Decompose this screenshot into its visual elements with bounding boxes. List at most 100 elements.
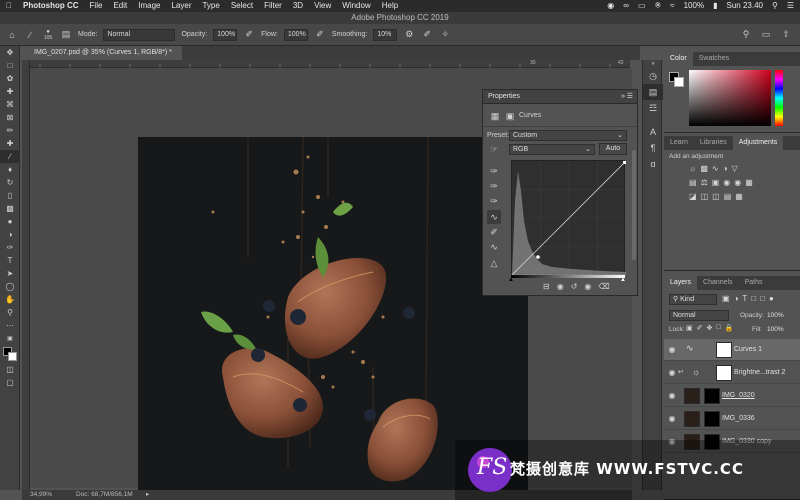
wifi-icon[interactable]: ≈ <box>670 0 674 12</box>
pressure-opacity-icon[interactable]: ✐ <box>243 29 255 41</box>
collapse-panels-icon[interactable]: » <box>643 60 663 68</box>
threshold-icon[interactable]: ◫ <box>712 192 720 201</box>
notification-center-icon[interactable]: ☰ <box>787 0 794 12</box>
mode-select[interactable]: Normal <box>103 28 176 41</box>
pressure-size-icon[interactable]: ✐ <box>421 29 433 41</box>
photo-filter-icon[interactable]: ◉ <box>723 178 730 187</box>
layer-name[interactable]: IMG_0320 <box>722 385 755 407</box>
menu-filter[interactable]: Filter <box>264 0 282 12</box>
status-arrow-icon[interactable]: ▸ <box>146 490 149 500</box>
lock-transparent-icon[interactable]: ▣ <box>686 324 693 332</box>
stamp-tool-icon[interactable]: ♦ <box>0 163 20 176</box>
vibrance-icon[interactable]: ▽ <box>731 164 737 173</box>
glyphs-icon[interactable]: ɑ <box>643 156 663 172</box>
layer-thumb[interactable] <box>684 411 700 427</box>
app-menu[interactable]: Photoshop CC <box>23 0 79 12</box>
share-icon[interactable]: ⇧ <box>780 29 792 41</box>
lock-position-icon[interactable]: ✥ <box>707 324 713 332</box>
brush-tool-icon[interactable]: ∕ <box>24 29 36 41</box>
menu-3d[interactable]: 3D <box>293 0 303 12</box>
hue-saturation-icon[interactable]: ▤ <box>689 178 697 187</box>
curve-edit-points-icon[interactable]: ∿ <box>487 210 501 224</box>
healing-tool-icon[interactable]: ✚ <box>0 137 20 150</box>
layer-mask-thumb[interactable] <box>716 342 732 358</box>
vertical-ruler[interactable] <box>22 60 30 490</box>
layer-filter-select[interactable]: ⚲ Kind <box>669 294 717 305</box>
default-colors-icon[interactable]: ▣ <box>0 332 20 345</box>
paragraph-icon[interactable]: ¶ <box>643 140 663 156</box>
hue-slider[interactable] <box>775 70 783 126</box>
smart-object-filter-icon[interactable]: □ <box>760 294 765 303</box>
tab-libraries[interactable]: Libraries <box>694 136 733 150</box>
symmetry-icon[interactable]: ✧ <box>439 29 451 41</box>
lock-pixels-icon[interactable]: ✐ <box>697 324 703 332</box>
tab-swatches[interactable]: Swatches <box>693 52 735 66</box>
history-icon[interactable]: ◷ <box>643 68 663 84</box>
curves-graph[interactable] <box>511 160 627 276</box>
smoothing-field[interactable]: 10% <box>373 28 398 41</box>
workspace-icon[interactable]: ▭ <box>760 29 772 41</box>
opacity-value[interactable]: 100% <box>767 312 784 319</box>
layer-mask-thumb[interactable] <box>704 388 720 404</box>
reset-icon[interactable]: ↺ <box>571 282 578 291</box>
lasso-tool-icon[interactable]: ✿ <box>0 72 20 85</box>
move-tool-icon[interactable]: ✥ <box>0 46 20 59</box>
visibility-eye-icon[interactable]: ◉ <box>667 391 677 401</box>
trash-icon[interactable]: ⌫ <box>598 282 609 291</box>
clock[interactable]: Sun 23.40 <box>726 0 762 12</box>
mask-icon[interactable]: ▣ <box>503 109 517 123</box>
airbrush-icon[interactable]: ✐ <box>314 29 326 41</box>
black-white-icon[interactable]: ▣ <box>712 178 720 187</box>
layer-name[interactable]: Brightne...trast 2 <box>734 362 785 384</box>
curves-icon[interactable]: ∿ <box>712 164 719 173</box>
white-slider-icon[interactable]: ▲ <box>620 277 626 283</box>
channel-select[interactable]: RGB ⌄ <box>509 144 595 155</box>
adjustment-filter-icon[interactable]: ◑ <box>734 294 739 303</box>
properties-scrollbar[interactable] <box>632 150 636 260</box>
levels-icon[interactable]: ▩ <box>700 164 708 173</box>
gray-point-eyedropper-icon[interactable]: ✑ <box>487 179 501 193</box>
more-tools-icon[interactable]: ⋯ <box>0 319 20 332</box>
menu-layer[interactable]: Layer <box>171 0 191 12</box>
visibility-eye-icon[interactable]: ◉ <box>667 414 677 424</box>
spotlight-icon[interactable]: ⚲ <box>772 0 778 12</box>
curve-point[interactable] <box>536 255 540 259</box>
menu-view[interactable]: View <box>314 0 331 12</box>
posterize-icon[interactable]: ◫ <box>701 192 709 201</box>
creative-cloud-icon[interactable]: ∞ <box>623 0 629 12</box>
screen-mode-icon[interactable]: ▢ <box>0 376 20 389</box>
visibility-eye-icon[interactable]: ◉ <box>667 368 677 378</box>
auto-button[interactable]: Auto <box>599 143 627 155</box>
layer-mask-thumb[interactable] <box>716 365 732 381</box>
layer-mask-thumb[interactable] <box>704 411 720 427</box>
frame-tool-icon[interactable]: ⊠ <box>0 111 20 124</box>
tab-layers[interactable]: Layers <box>664 276 698 290</box>
foreground-background-swatch[interactable] <box>0 345 20 363</box>
opacity-field[interactable]: 100% <box>213 28 238 41</box>
targeted-adjustment-icon[interactable]: ☞ <box>487 142 501 156</box>
record-icon[interactable]: ◉ <box>607 0 614 12</box>
exposure-icon[interactable]: ◑ <box>723 164 728 173</box>
zoom-tool-icon[interactable]: ⚲ <box>0 306 20 319</box>
document-tab[interactable]: IMG_0207.psd @ 35% (Curves 1, RGB/8*) * <box>24 46 182 60</box>
layer-row[interactable]: ◉ IMG_0336 <box>664 408 800 430</box>
tab-learn[interactable]: Learn <box>664 136 694 150</box>
visibility-eye-icon[interactable]: ◉ <box>584 282 591 291</box>
doc-size[interactable]: Doc: 68,7M/856,1M <box>76 490 133 500</box>
dodge-tool-icon[interactable]: ◑ <box>0 228 20 241</box>
menu-edit[interactable]: Edit <box>113 0 127 12</box>
fill-value[interactable]: 100% <box>767 326 784 333</box>
tab-color[interactable]: Color <box>664 52 693 66</box>
white-point-eyedropper-icon[interactable]: ✑ <box>487 194 501 208</box>
clip-to-layer-icon[interactable]: ⊟ <box>543 282 550 291</box>
white-point-handle[interactable] <box>623 161 626 164</box>
black-point-eyedropper-icon[interactable]: ✑ <box>487 164 501 178</box>
type-filter-icon[interactable]: T <box>742 294 747 303</box>
selective-color-icon[interactable]: ▦ <box>735 192 743 201</box>
menu-window[interactable]: Window <box>342 0 370 12</box>
brightness-contrast-icon[interactable]: ☼ <box>689 164 696 173</box>
filter-toggle-icon[interactable]: ● <box>769 294 774 303</box>
path-select-tool-icon[interactable]: ➤ <box>0 267 20 280</box>
tab-paths[interactable]: Paths <box>739 276 769 290</box>
blend-mode-select[interactable]: Normal <box>669 310 729 321</box>
